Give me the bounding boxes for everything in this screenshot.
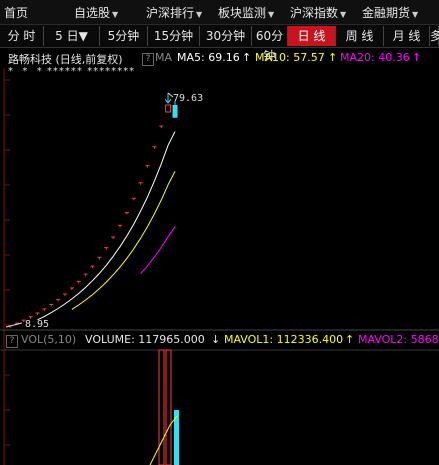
mavol1-up-arrow-icon: ↑ [345,333,355,346]
volume-down-arrow-icon: ↓ [211,333,221,346]
ma5-line [37,131,176,321]
mavol1-value: MAVOL1: 112336.400 [224,333,344,346]
high-price-label: 79.63 [173,93,203,104]
signal-marks: * * * ****** ******** [8,66,136,77]
kline-candle [172,105,178,118]
volume-bar [165,349,172,465]
vol-label: VOL(5,10) [21,333,77,346]
low-price-label: 8.95 [25,319,49,330]
mavol2-value: MAVOL2: 5868 [358,333,439,346]
volume-help-icon[interactable]: ? [6,335,18,348]
volume-value: VOLUME: 117965.000 [85,333,205,346]
volume-bar [158,349,165,465]
ma20-line [140,226,176,275]
kline-candle [165,104,172,113]
